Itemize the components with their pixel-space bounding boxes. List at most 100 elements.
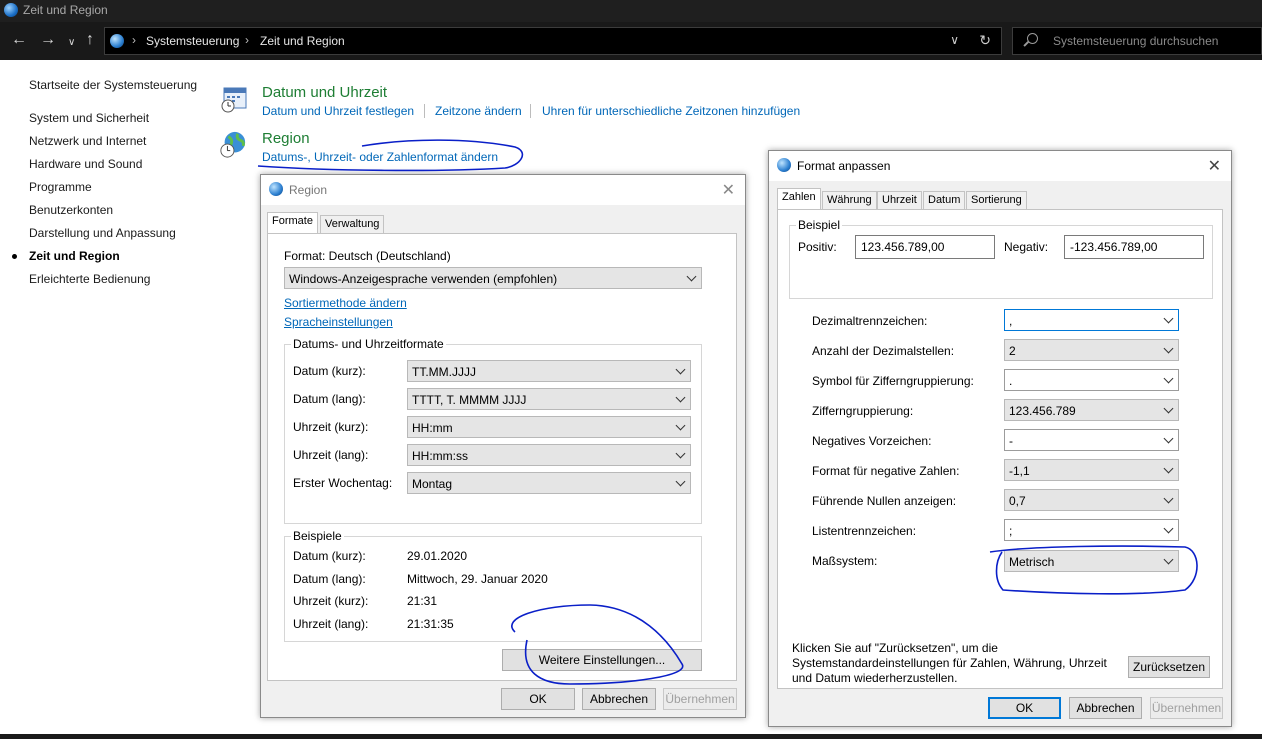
search-input[interactable]: Systemsteuerung durchsuchen — [1012, 27, 1262, 55]
first-weekday-select[interactable]: Montag — [407, 472, 691, 494]
chevron-down-icon — [1163, 433, 1174, 444]
ok-button[interactable]: OK — [501, 688, 575, 710]
tab-formate[interactable]: Formate — [267, 212, 318, 233]
setting-label: Symbol für Zifferngruppierung: — [812, 374, 974, 388]
negative-format-select[interactable]: -1,1 — [1004, 459, 1179, 481]
setting-label: Dezimaltrennzeichen: — [812, 314, 928, 328]
close-icon[interactable]: ✕ — [722, 180, 735, 200]
search-icon — [1027, 33, 1038, 44]
digit-grouping-select[interactable]: 123.456.789 — [1004, 399, 1179, 421]
link-language-settings[interactable]: Spracheinstellungen — [284, 315, 393, 329]
breadcrumb-systemsteuerung[interactable]: Systemsteuerung — [146, 34, 239, 48]
recent-chevron-icon[interactable]: ∨ — [68, 35, 75, 51]
formate-pane: Format: Deutsch (Deutschland) Windows-An… — [267, 233, 737, 681]
short-date-select[interactable]: TT.MM.JJJJ — [407, 360, 691, 382]
apply-button[interactable]: Übernehmen — [663, 688, 737, 710]
tab-datum[interactable]: Datum — [923, 191, 966, 209]
tab-waehrung[interactable]: Währung — [822, 191, 877, 209]
long-time-select[interactable]: HH:mm:ss — [407, 444, 691, 466]
example-label: Uhrzeit (lang): — [293, 617, 369, 631]
zahlen-pane: Beispiel Positiv: 123.456.789,00 Negativ… — [777, 209, 1223, 689]
negative-label: Negativ: — [1004, 240, 1049, 254]
link-add-clocks[interactable]: Uhren für unterschiedliche Zeitzonen hin… — [542, 104, 800, 118]
long-time-value: HH:mm:ss — [412, 449, 468, 463]
cancel-button[interactable]: Abbrechen — [1069, 697, 1142, 719]
sidebar-item-system-sicherheit[interactable]: System und Sicherheit — [29, 111, 149, 125]
example-group-label: Beispiel — [796, 218, 843, 232]
example-group: Beispiel Positiv: 123.456.789,00 Negativ… — [789, 218, 1213, 299]
sidebar-item-hardware[interactable]: Hardware und Sound — [29, 157, 142, 171]
tab-sortierung[interactable]: Sortierung — [966, 191, 1027, 209]
format-dialog-titlebar: Format anpassen ✕ — [769, 151, 1231, 181]
positive-example-value: 123.456.789,00 — [861, 240, 945, 254]
control-panel-icon — [4, 3, 18, 17]
negative-sign-select[interactable]: - — [1004, 429, 1179, 451]
leading-zero-value: 0,7 — [1009, 494, 1026, 508]
current-item-bullet-icon — [12, 254, 17, 259]
negative-format-value: -1,1 — [1009, 464, 1030, 478]
category-title-region[interactable]: Region — [262, 130, 310, 147]
chevron-down-icon — [1163, 403, 1174, 414]
sidebar-item-erleichterte-bedienung[interactable]: Erleichterte Bedienung — [29, 272, 150, 286]
cancel-button[interactable]: Abbrechen — [582, 688, 656, 710]
sidebar-home-link[interactable]: Startseite der Systemsteuerung — [29, 78, 197, 92]
chevron-down-icon — [1163, 554, 1174, 565]
close-icon[interactable]: ✕ — [1208, 156, 1221, 176]
decimal-separator-select[interactable]: , — [1004, 309, 1179, 331]
reset-button[interactable]: Zurücksetzen — [1128, 656, 1210, 678]
sidebar-item-netzwerk[interactable]: Netzwerk und Internet — [29, 134, 146, 148]
refresh-icon[interactable]: ↻ — [979, 32, 991, 49]
format-select[interactable]: Windows-Anzeigesprache verwenden (empfoh… — [284, 267, 702, 289]
sidebar-item-zeit-und-region[interactable]: Zeit und Region — [29, 249, 120, 263]
link-set-date-time[interactable]: Datum und Uhrzeit festlegen — [262, 104, 414, 118]
address-dropdown-icon[interactable]: ∨ — [950, 33, 959, 47]
example-value: 29.01.2020 — [407, 549, 468, 563]
category-title-datetime[interactable]: Datum und Uhrzeit — [262, 84, 387, 101]
tab-zahlen[interactable]: Zahlen — [777, 188, 821, 209]
setting-label: Anzahl der Dezimalstellen: — [812, 344, 955, 358]
setting-label: Listentrennzeichen: — [812, 524, 917, 538]
sidebar-item-darstellung[interactable]: Darstellung und Anpassung — [29, 226, 176, 240]
region-dialog-title: Region — [289, 183, 328, 197]
sidebar-item-programme[interactable]: Programme — [29, 180, 92, 194]
more-settings-button[interactable]: Weitere Einstellungen... — [502, 649, 702, 671]
chevron-down-icon — [675, 364, 686, 375]
forward-arrow-icon[interactable]: → — [40, 32, 56, 48]
link-change-timezone[interactable]: Zeitzone ändern — [435, 104, 522, 118]
sidebar-item-benutzerkonten[interactable]: Benutzerkonten — [29, 203, 113, 217]
short-time-value: HH:mm — [412, 421, 453, 435]
link-change-formats[interactable]: Datums-, Uhrzeit- oder Zahlenformat ände… — [262, 150, 498, 164]
list-separator-select[interactable]: ; — [1004, 519, 1179, 541]
measurement-system-select[interactable]: Metrisch — [1004, 550, 1179, 572]
format-row-label: Datum (lang): — [293, 392, 366, 406]
decimal-places-select[interactable]: 2 — [1004, 339, 1179, 361]
chevron-down-icon — [686, 271, 697, 282]
reset-help-text: und Datum wiederherzustellen. — [792, 671, 958, 685]
tab-verwaltung[interactable]: Verwaltung — [320, 215, 385, 233]
ok-button[interactable]: OK — [988, 697, 1061, 719]
format-dialog-title: Format anpassen — [797, 159, 891, 173]
example-label: Uhrzeit (kurz): — [293, 594, 369, 608]
leading-zero-select[interactable]: 0,7 — [1004, 489, 1179, 511]
reset-help-text: Systemstandardeinstellungen für Zahlen, … — [792, 656, 1107, 670]
apply-button[interactable]: Übernehmen — [1150, 697, 1223, 719]
location-globe-icon — [110, 34, 124, 48]
up-arrow-icon[interactable]: ↑ — [86, 32, 94, 48]
formats-group-label: Datums- und Uhrzeitformate — [291, 337, 446, 351]
link-separator — [424, 104, 425, 118]
long-date-select[interactable]: TTTT, T. MMMM JJJJ — [407, 388, 691, 410]
example-value: Mittwoch, 29. Januar 2020 — [407, 572, 548, 586]
decimal-separator-value: , — [1009, 314, 1013, 328]
tab-uhrzeit[interactable]: Uhrzeit — [877, 191, 922, 209]
region-globe-clock-icon — [220, 131, 246, 158]
address-bar[interactable]: › Systemsteuerung › Zeit und Region ∨ ↻ — [104, 27, 1002, 55]
breadcrumb-zeit-und-region[interactable]: Zeit und Region — [260, 34, 345, 48]
grouping-symbol-select[interactable]: . — [1004, 369, 1179, 391]
example-value: 21:31 — [407, 594, 438, 608]
back-arrow-icon[interactable]: ← — [11, 32, 27, 48]
example-label: Datum (lang): — [293, 572, 366, 586]
region-dialog: Region ✕ Formate Verwaltung Format: Deut… — [260, 174, 746, 718]
formats-group: Datums- und Uhrzeitformate Datum (kurz):… — [284, 337, 702, 524]
short-time-select[interactable]: HH:mm — [407, 416, 691, 438]
link-sort-method[interactable]: Sortiermethode ändern — [284, 296, 407, 310]
